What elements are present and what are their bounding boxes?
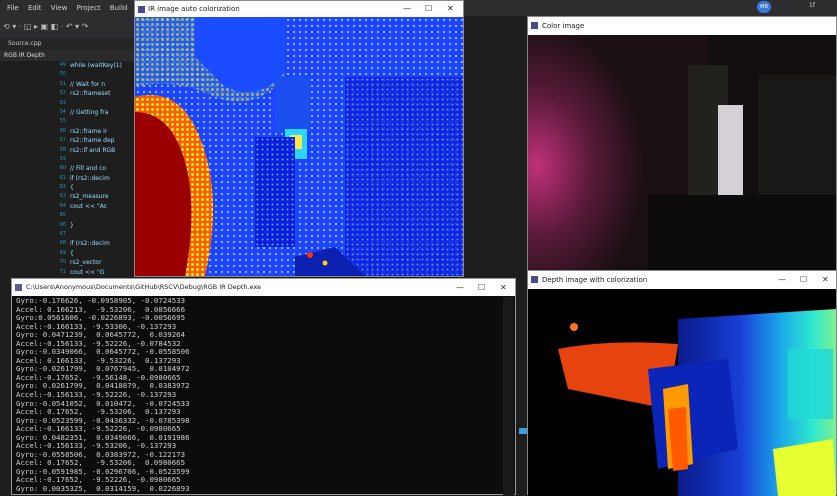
line-number: 58 bbox=[59, 146, 66, 153]
line-number: 63 bbox=[59, 193, 66, 200]
code-line: rs2::frameset bbox=[70, 90, 111, 98]
line-number: 53 bbox=[59, 99, 66, 106]
ir-image-canvas bbox=[135, 17, 463, 276]
minimize-icon[interactable]: — bbox=[456, 279, 464, 296]
line-number: 55 bbox=[59, 118, 66, 125]
maximize-icon[interactable]: ☐ bbox=[478, 279, 485, 296]
code-line: rs2::frame ir bbox=[70, 127, 108, 135]
side-tab-indicator[interactable] bbox=[519, 428, 527, 434]
minimize-icon[interactable]: — bbox=[403, 1, 411, 17]
code-line: while (waitKey(1) bbox=[70, 62, 122, 69]
line-number: 62 bbox=[59, 184, 66, 191]
code-line: // Fill and co bbox=[70, 165, 107, 173]
maximize-icon[interactable]: ☐ bbox=[425, 1, 432, 17]
menu-project[interactable]: Project bbox=[77, 0, 101, 16]
line-number: 49 bbox=[59, 62, 66, 68]
line-number: 60 bbox=[59, 165, 66, 172]
ir-window-title: IR image auto colorization bbox=[148, 5, 240, 13]
line-number: 71 bbox=[59, 268, 66, 275]
menu-view[interactable]: View bbox=[51, 0, 68, 16]
depth-image-window[interactable]: Depth image with colorization — ☐ ✕ bbox=[527, 270, 837, 496]
line-number: 54 bbox=[59, 108, 66, 115]
line-number: 68 bbox=[59, 240, 66, 247]
code-line: // Getting fra bbox=[70, 108, 109, 116]
ir-image-window[interactable]: IR image auto colorization — ☐ ✕ bbox=[134, 0, 464, 277]
close-icon[interactable]: ✕ bbox=[822, 271, 829, 289]
code-line: if (rs2::decim bbox=[70, 240, 110, 248]
line-number: 61 bbox=[59, 174, 66, 181]
menu-edit[interactable]: Edit bbox=[28, 0, 42, 16]
menu-build[interactable]: Build bbox=[110, 0, 128, 16]
code-line: } bbox=[70, 221, 74, 229]
maximize-icon[interactable]: ☐ bbox=[800, 271, 807, 289]
code-line: { bbox=[70, 184, 74, 192]
code-editor[interactable]: while (waitKey(1) // Wait for n rs2::fra… bbox=[70, 61, 140, 276]
minimize-icon[interactable]: — bbox=[778, 271, 786, 289]
breadcrumb-project: RGB IR Depth bbox=[4, 52, 45, 59]
line-number: 70 bbox=[59, 259, 66, 266]
line-number: 52 bbox=[59, 90, 66, 97]
line-number: 51 bbox=[59, 80, 66, 87]
color-window-title: Color image bbox=[542, 22, 585, 30]
code-line: cout << "G bbox=[70, 268, 105, 276]
color-image-window[interactable]: Color image bbox=[527, 16, 837, 273]
code-line: rs2::frame dep bbox=[70, 137, 115, 145]
console-icon bbox=[15, 284, 22, 291]
top-right-label: 1f bbox=[809, 2, 815, 9]
console-output[interactable]: Gyro:-0.176626, -0.0958905, -0.0724533 Ac… bbox=[16, 297, 486, 495]
console-titlebar[interactable]: C:\Users\Anonymous\Documents\GitHub\RSCV… bbox=[12, 279, 515, 296]
depth-window-title: Depth image with colorization bbox=[542, 276, 648, 284]
editor-tab-source[interactable]: Source.cpp bbox=[0, 38, 148, 50]
code-line: rs2_vector bbox=[70, 259, 102, 267]
code-line: rs2::if and RGB bbox=[70, 146, 116, 154]
color-image-canvas bbox=[528, 35, 836, 272]
line-number: 64 bbox=[59, 202, 66, 209]
line-number-gutter: 49 50 51 52 53 54 55 56 57 58 59 60 61 62 63 64 65 66 67 68… bbox=[0, 61, 70, 284]
depth-window-titlebar[interactable]: Depth image with colorization — ☐ ✕ bbox=[528, 271, 836, 289]
line-number: 67 bbox=[59, 231, 66, 238]
console-window[interactable]: C:\Users\Anonymous\Documents\GitHub\RSCV… bbox=[11, 278, 516, 495]
line-number: 56 bbox=[59, 127, 66, 134]
code-line: // Wait for n bbox=[70, 80, 106, 88]
code-line: cout << "Ac bbox=[70, 202, 108, 210]
breadcrumb[interactable]: RGB IR Depth bbox=[0, 50, 144, 61]
console-scrollbar[interactable] bbox=[503, 297, 514, 495]
app-icon bbox=[531, 276, 538, 283]
line-number: 59 bbox=[59, 155, 66, 162]
line-number: 66 bbox=[59, 221, 66, 228]
line-number: 50 bbox=[59, 71, 66, 78]
app-icon bbox=[531, 22, 538, 29]
line-number: 57 bbox=[59, 137, 66, 144]
code-line: { bbox=[70, 249, 74, 257]
close-icon[interactable]: ✕ bbox=[500, 279, 507, 296]
console-title: C:\Users\Anonymous\Documents\GitHub\RSCV… bbox=[26, 283, 262, 291]
color-window-titlebar[interactable]: Color image bbox=[528, 17, 836, 35]
ide-toolbar[interactable]: ⟲ ▾ · ◱ ▸ ▣ ◧ · ↶ ▾ ↷ bbox=[0, 16, 143, 38]
close-icon[interactable]: ✕ bbox=[447, 1, 454, 17]
code-line: rs2_measure bbox=[70, 193, 109, 201]
ir-window-titlebar[interactable]: IR image auto colorization — ☐ ✕ bbox=[135, 1, 463, 17]
menu-file[interactable]: File bbox=[7, 0, 19, 16]
tab-label: Source.cpp bbox=[8, 40, 42, 47]
app-icon bbox=[138, 6, 145, 13]
line-number: 69 bbox=[59, 249, 66, 256]
user-avatar[interactable]: MB bbox=[757, 1, 771, 13]
code-line: if (rs2::decim bbox=[70, 174, 110, 182]
line-number: 65 bbox=[59, 212, 66, 219]
console-line: Gyro: 0.0035325, 0.0314159, 0.0226893 bbox=[16, 484, 190, 494]
depth-image-canvas bbox=[528, 289, 836, 496]
